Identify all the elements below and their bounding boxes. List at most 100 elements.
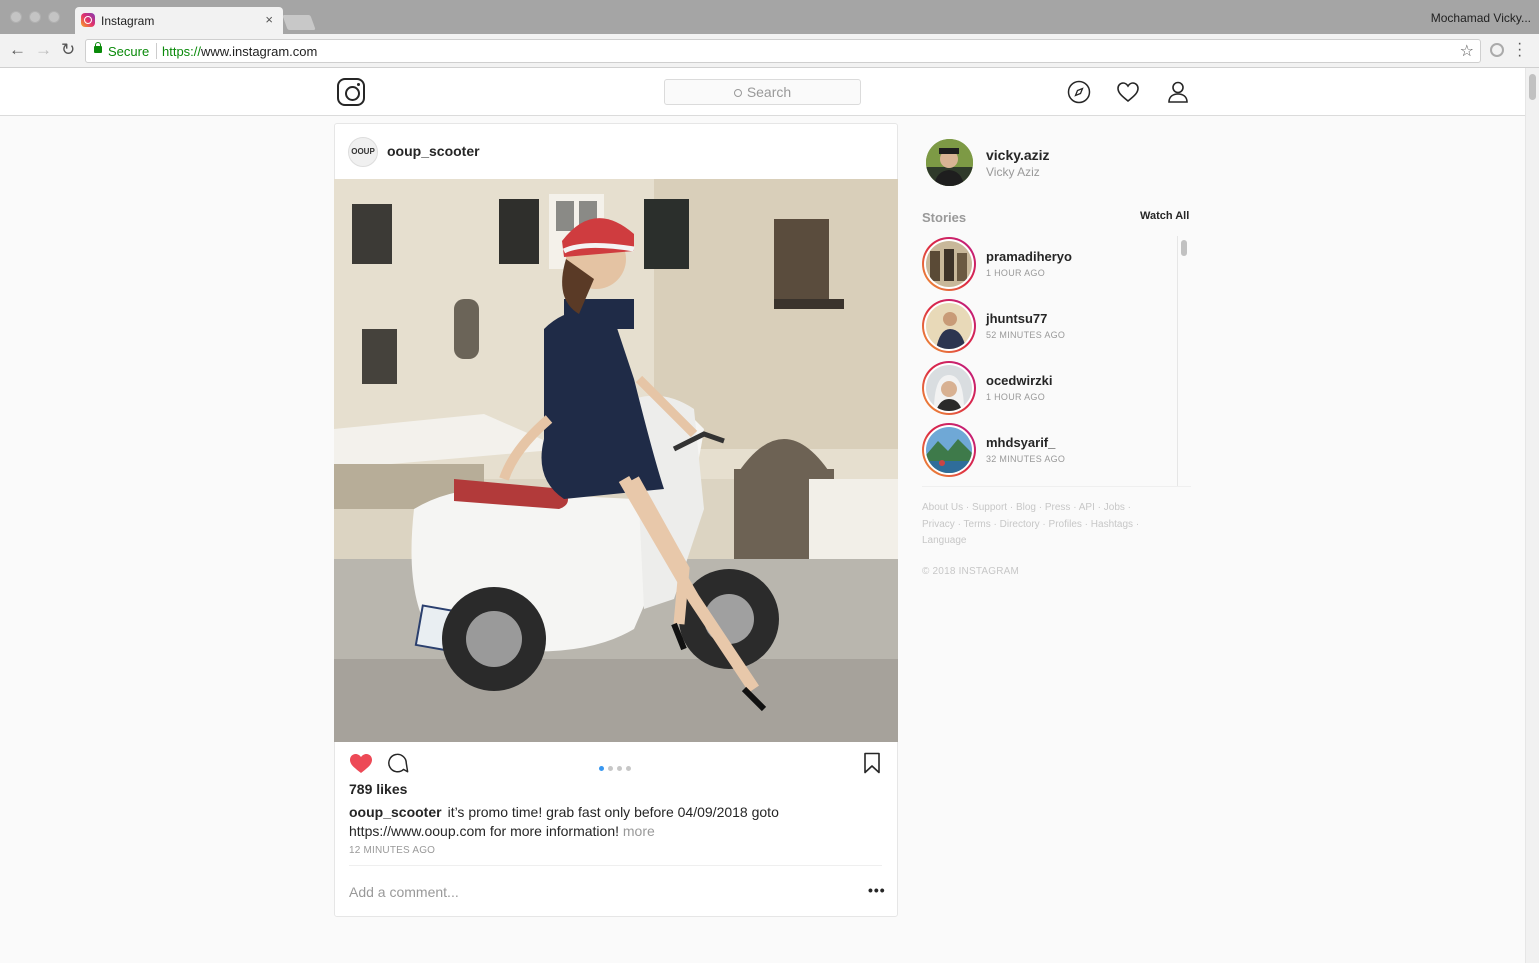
tab-close-icon[interactable]: ×: [265, 12, 273, 27]
comment-bubble-icon[interactable]: [387, 752, 409, 774]
footer-link-blog[interactable]: Blog: [1016, 502, 1036, 513]
carousel-dot: [599, 766, 604, 771]
footer-separator: ·: [1124, 502, 1132, 513]
browser-profile-name[interactable]: Mochamad Vicky...: [1431, 11, 1531, 25]
current-user-avatar[interactable]: [926, 139, 973, 186]
story-avatar: [926, 241, 972, 287]
instagram-logo-icon[interactable]: [337, 78, 365, 106]
footer-link-directory[interactable]: Directory: [1000, 519, 1040, 530]
footer-separator: ·: [1070, 502, 1079, 513]
post-author-avatar[interactable]: OOUP: [348, 137, 378, 167]
page-scrollbar-thumb[interactable]: [1529, 74, 1536, 100]
stories-heading: Stories: [922, 210, 967, 225]
copyright-text: © 2018 INSTAGRAM: [922, 566, 1020, 577]
story-username: ocedwirzki: [986, 373, 1053, 388]
browser-toolbar: ← → ↻ Secure https://www.instagram.com ☆…: [0, 34, 1539, 68]
story-item[interactable]: mhdsyarif_ 32 MINUTES AGO: [922, 421, 1172, 477]
stories-scrollbar-thumb[interactable]: [1181, 240, 1187, 256]
new-tab-button[interactable]: [282, 15, 316, 30]
forward-arrow-icon[interactable]: →: [35, 40, 52, 60]
feed-post: OOUP ooup_scooter 789 likes ooup_scooter…: [334, 123, 898, 917]
footer-separator: ·: [1035, 502, 1045, 513]
post-more-options-icon[interactable]: •••: [868, 882, 886, 898]
current-user-photo: [926, 139, 973, 186]
post-author-username[interactable]: ooup_scooter: [387, 143, 480, 159]
story-avatar: [926, 427, 972, 473]
footer-link-profiles[interactable]: Profiles: [1049, 519, 1082, 530]
likes-count[interactable]: 789 likes: [349, 781, 407, 797]
footer-separator: ·: [1081, 518, 1091, 530]
caption-username[interactable]: ooup_scooter: [349, 804, 442, 820]
post-photo[interactable]: [334, 179, 898, 742]
maximize-window-button[interactable]: [48, 11, 60, 23]
bookmark-star-icon[interactable]: ☆: [1460, 41, 1474, 61]
heart-activity-icon[interactable]: [1116, 80, 1140, 104]
search-placeholder: Search: [746, 84, 792, 100]
carousel-dot: [626, 766, 631, 771]
url-text[interactable]: https://www.instagram.com: [162, 44, 317, 59]
extension-icon[interactable]: [1490, 43, 1504, 57]
page-scrollbar[interactable]: [1525, 68, 1539, 963]
watch-all-button[interactable]: Watch All: [1140, 210, 1189, 222]
story-time: 1 HOUR AGO: [986, 268, 1046, 278]
footer-link-terms[interactable]: Terms: [964, 519, 991, 530]
story-time: 1 HOUR AGO: [986, 392, 1046, 402]
add-comment-input[interactable]: Add a comment...: [349, 884, 459, 900]
footer-link-privacy[interactable]: Privacy: [922, 519, 955, 530]
footer-separator: ·: [1039, 518, 1049, 530]
stories-list: pramadiheryo 1 HOUR AGO jhuntsu77 52 MIN…: [922, 235, 1191, 487]
instagram-favicon-icon: [81, 13, 95, 27]
footer-link-about-us[interactable]: About Us: [922, 502, 963, 513]
address-bar[interactable]: Secure https://www.instagram.com ☆: [85, 39, 1481, 63]
explore-compass-icon[interactable]: [1067, 80, 1091, 104]
search-icon: [733, 89, 742, 97]
post-header: OOUP ooup_scooter: [335, 124, 897, 179]
lock-icon: [94, 42, 102, 53]
instagram-header: Search: [0, 68, 1525, 116]
story-avatar: [926, 303, 972, 349]
footer-link-support[interactable]: Support: [972, 502, 1007, 513]
footer-separator: ·: [1133, 518, 1140, 530]
footer-link-press[interactable]: Press: [1045, 502, 1071, 513]
story-time: 32 MINUTES AGO: [986, 454, 1066, 464]
minimize-window-button[interactable]: [29, 11, 41, 23]
story-ring: [922, 237, 976, 291]
close-window-button[interactable]: [10, 11, 22, 23]
footer-separator: ·: [1094, 502, 1104, 513]
browser-tab-instagram[interactable]: Instagram ×: [75, 7, 283, 34]
browser-menu-icon[interactable]: · · ·: [1517, 36, 1522, 64]
back-arrow-icon[interactable]: ←: [9, 40, 26, 60]
story-item[interactable]: jhuntsu77 52 MINUTES AGO: [922, 297, 1172, 353]
heart-liked-icon[interactable]: [349, 752, 373, 774]
reload-icon[interactable]: ↻: [61, 40, 75, 60]
story-username: mhdsyarif_: [986, 435, 1056, 450]
footer-link-api[interactable]: API: [1079, 502, 1095, 513]
footer-links: About Us · Support · Blog · Press · API …: [922, 500, 1162, 550]
post-actions: [335, 748, 897, 778]
secure-label: Secure: [108, 44, 150, 59]
story-time: 52 MINUTES AGO: [986, 330, 1066, 340]
footer-separator: ·: [963, 502, 973, 513]
profile-user-icon[interactable]: [1166, 80, 1190, 104]
footer-link-hashtags[interactable]: Hashtags: [1091, 519, 1133, 530]
omnibox-divider: [156, 43, 157, 59]
browser-titlebar: Instagram × Mochamad Vicky...: [0, 0, 1539, 34]
footer-link-jobs[interactable]: Jobs: [1104, 502, 1125, 513]
footer-link-language[interactable]: Language: [922, 535, 967, 546]
post-timestamp[interactable]: 12 MINUTES AGO: [349, 845, 435, 856]
url-host: www.instagram.com: [201, 44, 318, 59]
search-input[interactable]: Search: [664, 79, 861, 105]
url-scheme: https://: [162, 44, 202, 59]
story-username: jhuntsu77: [986, 311, 1048, 326]
bookmark-save-icon[interactable]: [863, 752, 881, 774]
story-item[interactable]: ocedwirzki 1 HOUR AGO: [922, 359, 1172, 415]
stories-scrollbar[interactable]: [1177, 236, 1189, 486]
story-item[interactable]: pramadiheryo 1 HOUR AGO: [922, 235, 1172, 291]
story-avatar: [926, 365, 972, 411]
current-user-username[interactable]: vicky.aziz: [986, 147, 1050, 163]
footer-separator: ·: [1007, 502, 1016, 513]
story-ring: [922, 299, 976, 353]
caption-more-link[interactable]: more: [623, 823, 655, 839]
story-ring: [922, 361, 976, 415]
carousel-dot: [617, 766, 622, 771]
